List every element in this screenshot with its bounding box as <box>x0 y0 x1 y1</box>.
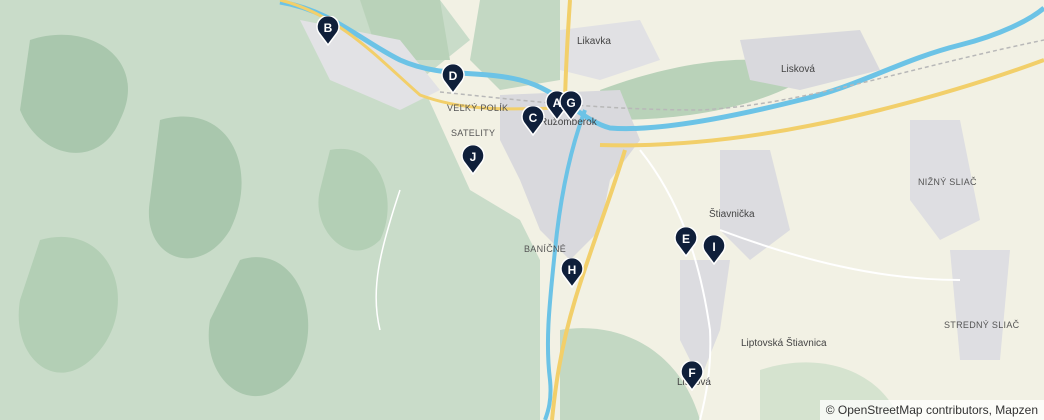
map-marker-i[interactable]: I <box>702 235 726 265</box>
place-label-velky-polik: VEĽKÝ POLÍK <box>447 103 509 113</box>
map-marker-b[interactable]: B <box>316 16 340 46</box>
map-marker-f[interactable]: F <box>680 361 704 391</box>
place-label-stiavnicka: Štiavnička <box>709 209 755 220</box>
map-marker-g[interactable]: G <box>559 91 583 121</box>
map-marker-e[interactable]: E <box>674 227 698 257</box>
place-label-satelity: SATELITY <box>451 128 496 138</box>
place-label-likavka: Likavka <box>577 36 611 47</box>
marker-label: H <box>567 263 577 277</box>
marker-label: B <box>323 21 333 35</box>
map-attribution[interactable]: © OpenStreetMap contributors, Mapzen <box>819 400 1044 420</box>
place-label-stredny-sliac: STREDNÝ SLIAČ <box>944 320 1020 330</box>
place-label-liptovska-stiavnica: Liptovská Štiavnica <box>741 338 827 349</box>
place-label-liskova: Lisková <box>781 64 815 75</box>
marker-label: D <box>448 69 458 83</box>
marker-label: I <box>712 240 716 254</box>
marker-label: E <box>681 232 690 246</box>
marker-label: C <box>528 111 538 125</box>
map-marker-h[interactable]: H <box>560 258 584 288</box>
map-marker-j[interactable]: J <box>461 145 485 175</box>
map-marker-d[interactable]: D <box>441 64 465 94</box>
map-marker-c[interactable]: C <box>521 106 545 136</box>
place-label-nizny-sliac: NIŽNÝ SLIAČ <box>918 177 977 187</box>
urban-stredny-sliac <box>950 250 1010 360</box>
marker-label: F <box>688 366 696 380</box>
map-view[interactable]: Likavka Lisková VEĽKÝ POLÍK SATELITY Ruž… <box>0 0 1044 420</box>
marker-label: J <box>469 150 477 164</box>
place-label-banicne: BANÍČNÉ <box>524 244 567 254</box>
map-base-layer <box>0 0 1044 420</box>
marker-label: G <box>566 96 576 110</box>
